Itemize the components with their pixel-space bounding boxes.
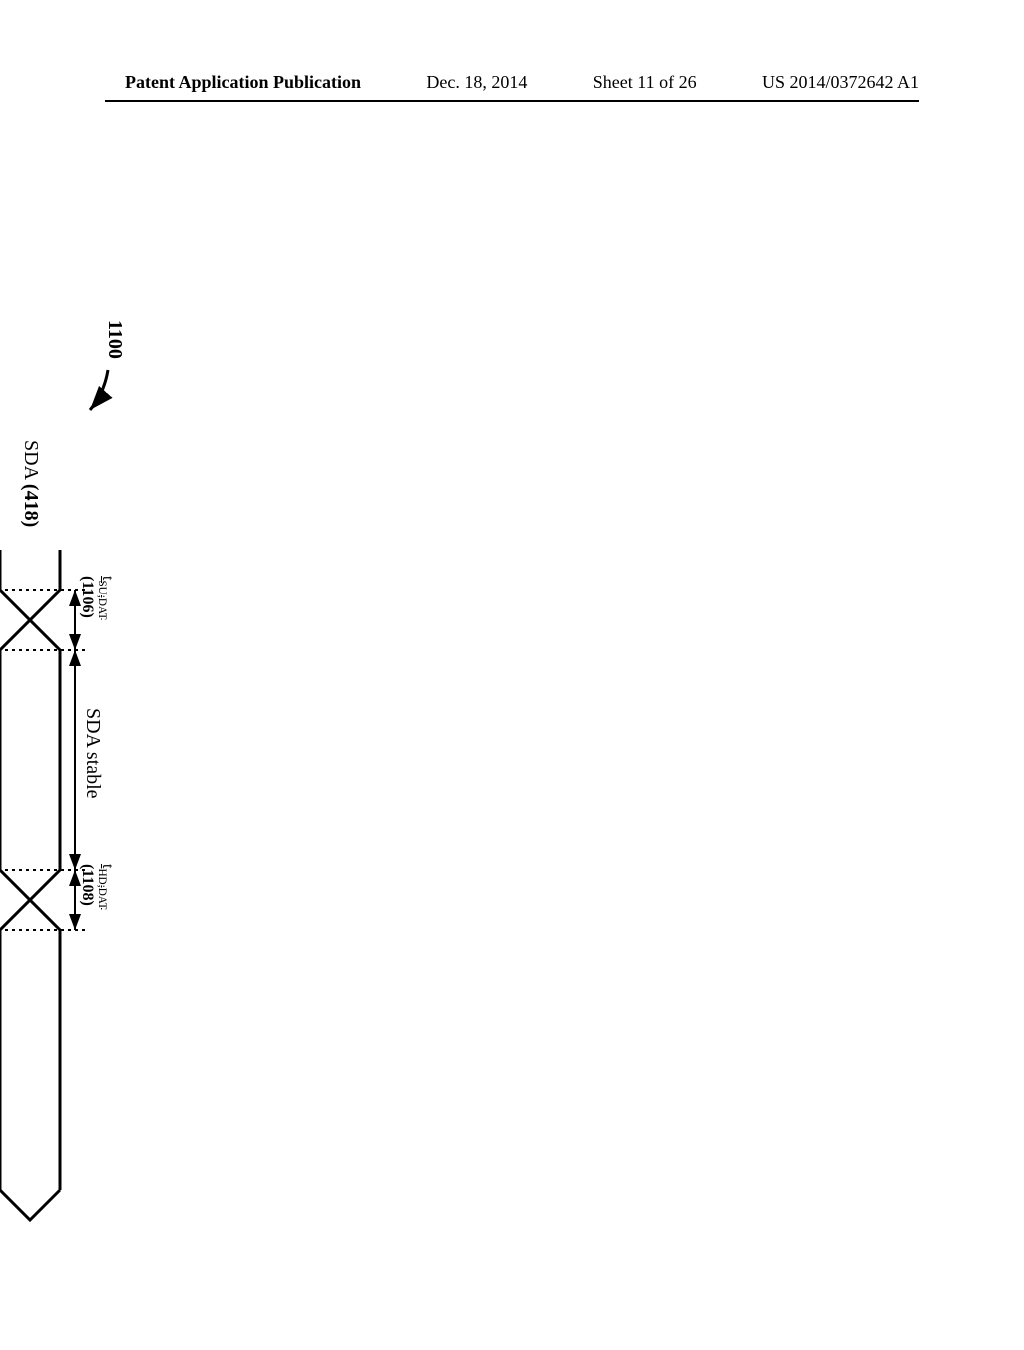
figure-container: 1100 SDA (418) SCL (416) tSU;DAT (1106) … (0, 140, 1024, 1200)
header-pub: Patent Application Publication (125, 72, 361, 102)
header-docnum: US 2014/0372642 A1 (762, 72, 919, 102)
header-rule (105, 100, 919, 102)
page-header: Patent Application Publication Dec. 18, … (0, 72, 1024, 102)
figure-rotated: 1100 SDA (418) SCL (416) tSU;DAT (1106) … (0, 290, 130, 1350)
header-date: Dec. 18, 2014 (426, 72, 527, 102)
ref-1100: 1100 (103, 320, 126, 359)
t-su-dat: tSU;DAT (1106) (78, 576, 116, 620)
sda-top-label: SDA (418) (19, 440, 42, 527)
t-hd-dat: tHD;DAT (1108) (78, 864, 116, 909)
header-sheet: Sheet 11 of 26 (593, 72, 697, 102)
sda-stable: SDA stable (81, 708, 104, 799)
